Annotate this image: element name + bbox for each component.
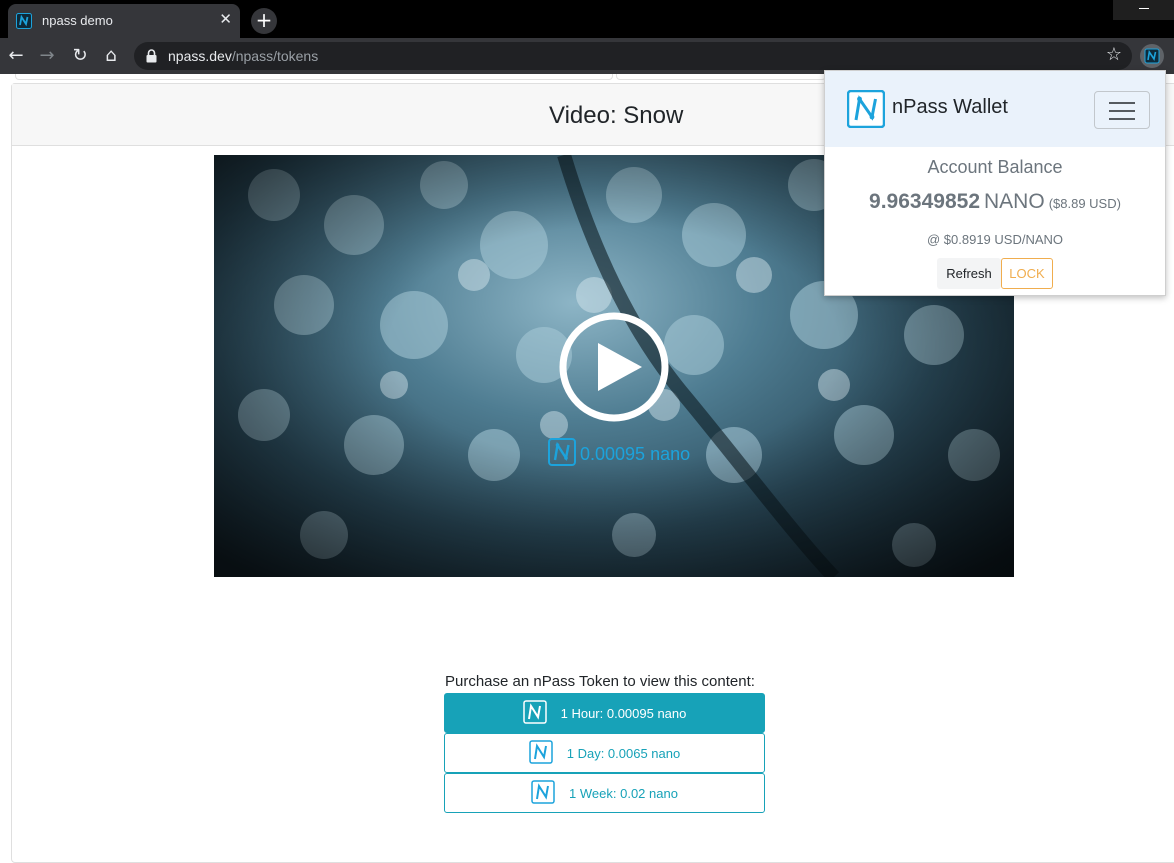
- window-minimize-button[interactable]: [1113, 0, 1174, 20]
- token-option-hour[interactable]: 1 Hour: 0.00095 nano: [444, 693, 765, 733]
- wallet-title: nPass Wallet: [892, 96, 1008, 118]
- new-tab-button[interactable]: +: [251, 8, 277, 34]
- npass-favicon-icon: [16, 13, 32, 34]
- balance-unit: NANO: [984, 190, 1045, 213]
- bookmark-star-icon[interactable]: ☆: [1106, 44, 1122, 65]
- purchase-prompt: Purchase an nPass Token to view this con…: [445, 673, 755, 690]
- token-option-week[interactable]: 1 Week: 0.02 nano: [444, 773, 765, 813]
- wallet-header: nPass Wallet: [825, 71, 1165, 147]
- wallet-popup: nPass Wallet Account Balance 9.96349852 N…: [824, 70, 1166, 296]
- tab-strip: npass demo ✕ +: [0, 0, 1174, 38]
- page-title: Video: Snow: [549, 102, 684, 129]
- home-icon[interactable]: ⌂: [99, 44, 123, 68]
- play-icon: [559, 312, 669, 422]
- lock-button[interactable]: LOCK: [1001, 258, 1053, 289]
- video-price-text: 0.00095 nano: [580, 443, 691, 464]
- forward-icon[interactable]: →: [35, 44, 59, 68]
- lock-icon: [146, 49, 157, 68]
- url-text: npass.dev/npass/tokens: [168, 48, 318, 64]
- back-icon[interactable]: ←: [4, 44, 28, 68]
- reload-icon[interactable]: ↻: [68, 44, 92, 68]
- balance-amount: 9.96349852: [869, 190, 980, 213]
- address-bar[interactable]: npass.dev/npass/tokens ☆: [134, 42, 1132, 70]
- refresh-button[interactable]: Refresh: [937, 258, 1001, 289]
- card-edge: [15, 74, 613, 80]
- npass-extension-button[interactable]: [1140, 44, 1164, 68]
- menu-button[interactable]: [1094, 91, 1150, 129]
- hamburger-icon-bar: [1109, 118, 1135, 120]
- play-button[interactable]: [558, 311, 670, 423]
- npass-logo-icon: [548, 437, 576, 471]
- npass-logo-icon: [531, 779, 555, 807]
- token-option-label: 1 Day: 0.0065 nano: [566, 745, 681, 761]
- url-path: /npass/tokens: [231, 48, 319, 64]
- npass-logo-icon: [529, 739, 553, 767]
- browser-toolbar: ← → ↻ ⌂ npass.dev/npass/tokens ☆: [0, 38, 1174, 74]
- balance-usd: ($8.89 USD): [1048, 196, 1121, 211]
- card-edge: [616, 74, 826, 80]
- browser-tab[interactable]: npass demo ✕: [8, 4, 240, 38]
- hamburger-icon-bar: [1109, 102, 1135, 104]
- balance-label: Account Balance: [927, 157, 1063, 177]
- balance-line: 9.96349852 NANO ($8.89 USD): [825, 190, 1165, 214]
- video-price: 0.00095 nano: [548, 437, 691, 471]
- npass-extension-icon: [1144, 48, 1160, 64]
- tab-title: npass demo: [42, 13, 113, 28]
- token-option-label: 1 Week: 0.02 nano: [569, 785, 678, 801]
- npass-logo-icon: [846, 89, 886, 133]
- exchange-rate: @ $0.8919 USD/NANO: [926, 232, 1064, 247]
- token-option-label: 1 Hour: 0.00095 nano: [560, 705, 687, 721]
- npass-logo-icon: [522, 699, 547, 727]
- hamburger-icon-bar: [1109, 110, 1135, 112]
- tab-close-icon[interactable]: ✕: [219, 10, 232, 28]
- token-option-day[interactable]: 1 Day: 0.0065 nano: [444, 733, 765, 773]
- url-host: npass.dev: [168, 48, 232, 64]
